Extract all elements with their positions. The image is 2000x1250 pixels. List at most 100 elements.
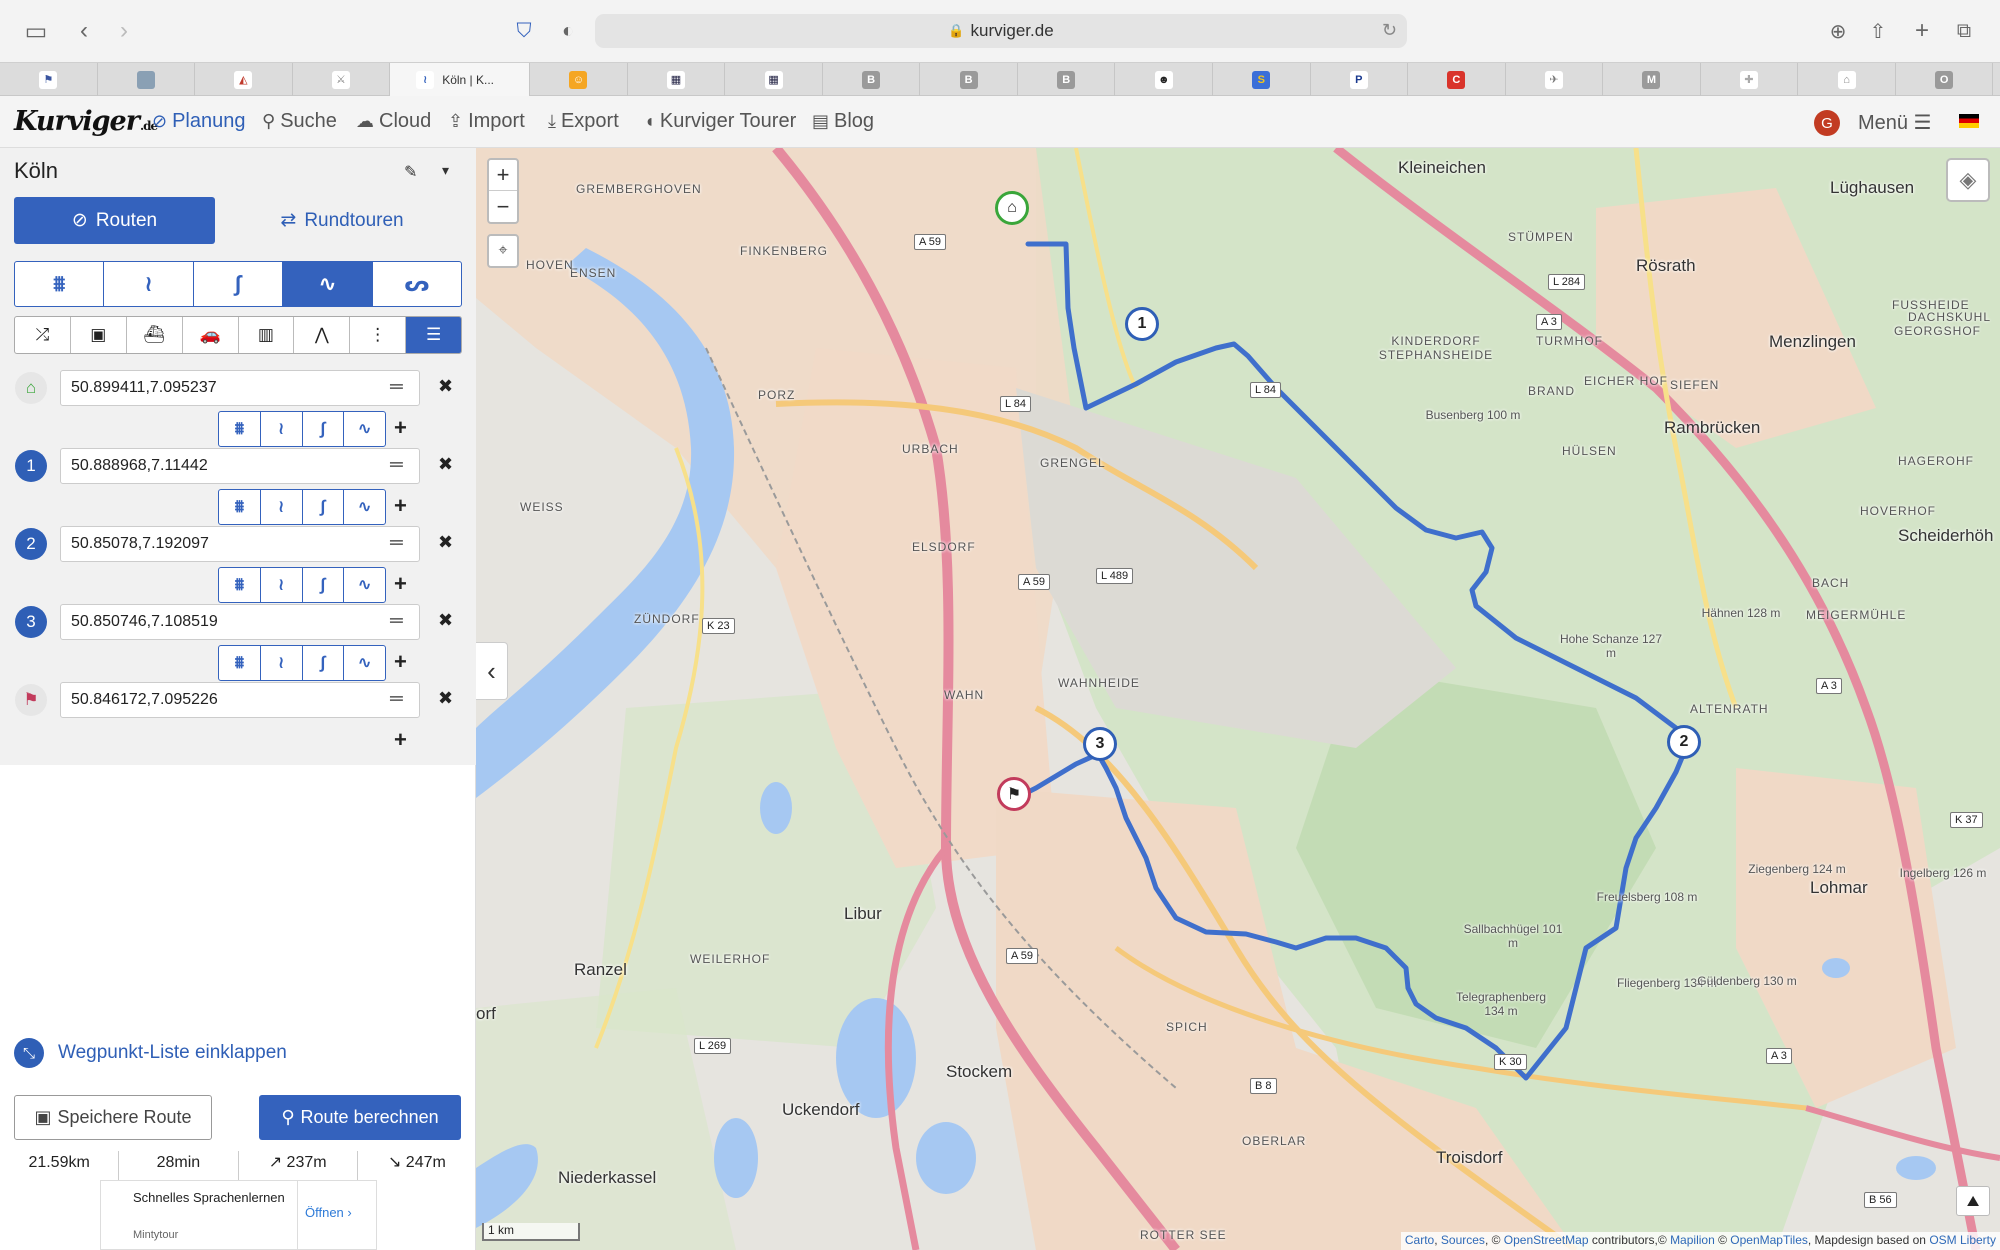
browser-tab[interactable]: C [1408,63,1506,96]
nav-kurviger-tourer[interactable]: ◖ Kurviger Tourer [644,110,796,133]
add-waypoint-icon[interactable]: + [394,493,407,519]
mapilion-link[interactable]: Mapilion [1670,1233,1715,1247]
browser-tab[interactable] [98,63,196,96]
osm-liberty-link[interactable]: OSM Liberty [1929,1233,1996,1247]
map-view[interactable]: Kleineichen Lüghausen Rösrath Menzlingen Ram… [476,148,2000,1250]
segment-very-curvy-icon[interactable]: ∿ [344,568,385,602]
segment-very-curvy-icon[interactable]: ∿ [344,490,385,524]
browser-tab[interactable]: O [1896,63,1994,96]
browser-tab[interactable]: ⚔ [293,63,391,96]
nav-suche[interactable]: ⚲ Suche [262,110,337,133]
browser-tab[interactable]: ▦ [725,63,823,96]
settings-sliders-icon[interactable]: ☰ [406,317,461,353]
nav-cloud[interactable]: ☁ Cloud [356,110,431,133]
segment-very-curvy-icon[interactable]: ∿ [344,646,385,680]
unpaved-road-icon[interactable]: ⋀ [294,317,351,353]
calculate-route-button[interactable]: ⚲ Route berechnen [259,1095,461,1140]
half-shield-icon[interactable]: ◐ [552,15,584,47]
browser-tab[interactable]: ▦ [628,63,726,96]
share-icon[interactable]: ⇧ [1862,15,1894,47]
drag-handle-icon[interactable]: ═ [390,610,403,631]
add-waypoint-icon[interactable]: + [394,727,407,753]
waypoint-input[interactable]: 50.846172,7.095226 [60,682,420,718]
nav-import[interactable]: ⇪ Import [448,110,525,133]
osm-link[interactable]: OpenStreetMap [1504,1233,1589,1247]
new-tab-icon[interactable]: + [1906,15,1938,47]
waypoint-input[interactable]: 50.888968,7.11442 [60,448,420,484]
car-icon[interactable]: 🚗 [183,317,239,353]
drag-handle-icon[interactable]: ═ [390,532,403,553]
privacy-shield-icon[interactable]: ⛉ [508,15,540,47]
layers-icon[interactable]: ◈ [1946,158,1990,202]
home-icon[interactable]: ⌂ [995,191,1029,225]
german-flag-icon[interactable] [1959,114,1979,128]
segment-highway-icon[interactable]: ⩩ [219,490,261,524]
route-waypoint-marker[interactable]: 2 [1667,725,1701,759]
segment-curvy-icon[interactable]: ∫ [303,568,345,602]
user-avatar[interactable]: G [1814,110,1840,136]
zoom-in-button[interactable]: + [489,160,517,191]
caret-down-icon[interactable]: ▾ [442,162,449,179]
openmaptiles-link[interactable]: OpenMapTiles [1730,1233,1808,1247]
nav-planung[interactable]: ⊘ Planung [152,110,246,133]
back-icon[interactable]: ‹ [68,15,100,47]
segment-slight-curvy-icon[interactable]: ≀ [261,568,303,602]
waypoint-input[interactable]: 50.899411,7.095237 [60,370,420,406]
remove-waypoint-icon[interactable]: ✖ [438,688,453,709]
add-waypoint-icon[interactable]: + [394,571,407,597]
ferry-icon[interactable]: ⛴ [127,317,183,353]
browser-tab[interactable]: B [1018,63,1116,96]
address-bar[interactable]: 🔒 kurviger.de ↻ [595,14,1407,48]
segment-curvy-icon[interactable]: ∫ [303,412,345,446]
drag-handle-icon[interactable]: ═ [390,376,403,397]
tab-overview-icon[interactable]: ⧉ [1948,15,1980,47]
reload-icon[interactable]: ↻ [1382,20,1397,41]
tunnel-icon[interactable]: ▥ [239,317,295,353]
drag-handle-icon[interactable]: ═ [390,454,403,475]
route-waypoint-marker[interactable]: 3 [1083,727,1117,761]
segment-slight-curvy-icon[interactable]: ≀ [261,490,303,524]
nav-export[interactable]: ⤓ Export [548,110,619,133]
save-route-button[interactable]: ▣ Speichere Route [14,1095,212,1140]
segment-slight-curvy-icon[interactable]: ≀ [261,412,303,446]
add-waypoint-icon[interactable]: + [394,649,407,675]
toll-icon[interactable]: ▣ [71,317,127,353]
segment-highway-icon[interactable]: ⩩ [219,412,261,446]
traffic-light-icon[interactable]: ⋮ [350,317,407,353]
segment-highway-icon[interactable]: ⩩ [219,646,261,680]
highway-route-icon[interactable]: ⩩ [15,262,105,306]
browser-tab[interactable]: ☻ [1115,63,1214,96]
carto-link[interactable]: Carto [1405,1233,1434,1247]
extreme-curvy-route-icon[interactable]: ᔕ [373,262,461,306]
browser-tab[interactable]: ✈ [1506,63,1604,96]
remove-waypoint-icon[interactable]: ✖ [438,610,453,631]
remove-waypoint-icon[interactable]: ✖ [438,376,453,397]
roundtrips-mode-button[interactable]: ⇄ Rundtouren [242,197,442,244]
browser-tab[interactable]: ✚ [1701,63,1799,96]
shuffle-icon[interactable]: ⤮ [15,317,71,353]
locate-pin-icon[interactable]: ⌖ [487,234,519,268]
add-waypoint-icon[interactable]: + [394,415,407,441]
terrain-icon[interactable]: ⛰ [1956,1186,1990,1216]
segment-slight-curvy-icon[interactable]: ≀ [261,646,303,680]
kurviger-logo[interactable]: Kurviger.de [14,106,158,137]
waypoint-input[interactable]: 50.85078,7.192097 [60,526,420,562]
slight-curvy-route-icon[interactable]: ≀ [104,262,194,306]
zoom-out-button[interactable]: − [489,191,517,222]
sources-link[interactable]: Sources [1441,1233,1485,1247]
browser-tab[interactable]: M [1603,63,1701,96]
waypoint-input[interactable]: 50.850746,7.108519 [60,604,420,640]
browser-tab[interactable]: ≀ Köln | K... [390,63,531,96]
browser-tab[interactable]: B [823,63,921,96]
very-curvy-route-icon[interactable]: ∿ [283,262,373,306]
curvy-route-icon[interactable]: ∫ [194,262,284,306]
ad-open-button[interactable]: Öffnen › [305,1205,352,1220]
segment-very-curvy-icon[interactable]: ∿ [344,412,385,446]
remove-waypoint-icon[interactable]: ✖ [438,532,453,553]
browser-tab[interactable]: ☺ [530,63,628,96]
sidebar-toggle-icon[interactable]: ▭ [20,15,52,47]
forward-icon[interactable]: › [108,15,140,47]
remove-waypoint-icon[interactable]: ✖ [438,454,453,475]
collapse-panel-button[interactable]: ‹ [476,642,508,700]
browser-tab[interactable]: ⌂ [1798,63,1896,96]
